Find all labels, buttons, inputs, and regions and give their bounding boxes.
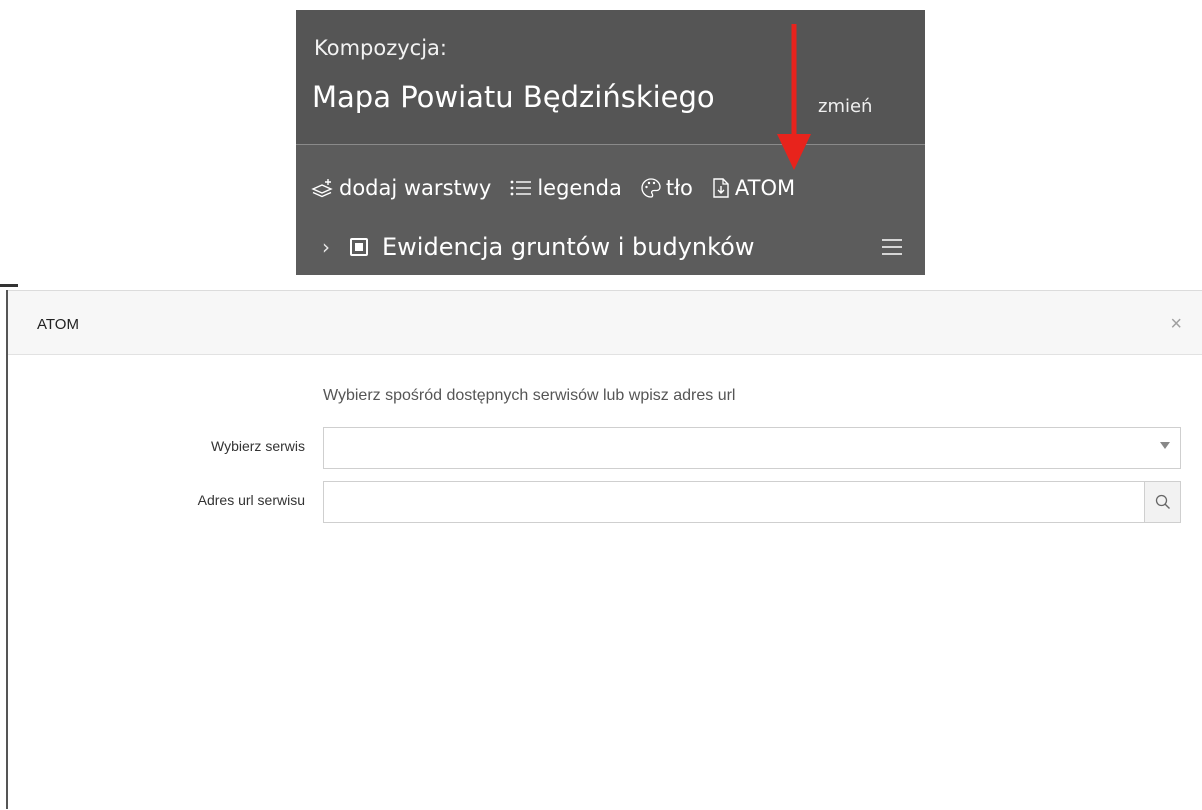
composition-header: Kompozycja: Mapa Powiatu Będzińskiego zm… xyxy=(296,10,925,145)
chevron-right-icon[interactable]: › xyxy=(322,235,350,259)
search-button[interactable] xyxy=(1144,481,1181,523)
add-layers-button[interactable]: dodaj warstwy xyxy=(311,176,491,200)
atom-modal: ATOM × Wybierz spośród dostępnych serwis… xyxy=(8,290,1202,810)
map-edge xyxy=(0,278,1202,290)
modal-title: ATOM xyxy=(37,316,79,333)
service-select-label: Wybierz serwis xyxy=(211,438,305,454)
atom-label: ATOM xyxy=(734,176,796,200)
list-icon xyxy=(510,180,532,196)
service-select[interactable] xyxy=(323,427,1181,469)
add-layers-label: dodaj warstwy xyxy=(339,176,492,200)
caret-down-icon xyxy=(1160,442,1170,449)
close-icon[interactable]: × xyxy=(1170,313,1182,336)
download-file-icon xyxy=(713,178,729,198)
service-url-input[interactable] xyxy=(323,481,1145,523)
modal-header: ATOM × xyxy=(8,291,1202,355)
legend-label: legenda xyxy=(537,176,622,200)
layer-checkbox[interactable] xyxy=(350,238,368,256)
add-layers-icon xyxy=(311,179,333,198)
hamburger-menu-icon[interactable] xyxy=(880,237,904,257)
background-label: tło xyxy=(665,176,693,200)
composition-panel: Kompozycja: Mapa Powiatu Będzińskiego zm… xyxy=(296,10,925,275)
url-field-label: Adres url serwisu xyxy=(197,492,305,508)
panel-toolbar: dodaj warstwy legenda tło ATOM xyxy=(311,173,795,203)
change-composition-link[interactable]: zmień xyxy=(818,96,872,117)
search-icon xyxy=(1155,494,1170,509)
legend-button[interactable]: legenda xyxy=(509,176,622,200)
composition-label: Kompozycja: xyxy=(314,36,447,60)
layer-row[interactable]: › Ewidencja gruntów i budynków xyxy=(322,229,912,265)
modal-hint: Wybierz spośród dostępnych serwisów lub … xyxy=(323,387,736,404)
background-button[interactable]: tło xyxy=(640,176,693,200)
palette-icon xyxy=(641,178,661,198)
atom-button[interactable]: ATOM xyxy=(711,176,795,200)
layer-name: Ewidencja gruntów i budynków xyxy=(382,233,755,261)
composition-name: Mapa Powiatu Będzińskiego xyxy=(312,80,715,114)
